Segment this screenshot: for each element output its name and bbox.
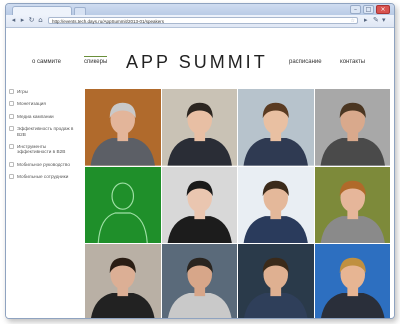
speaker-photo[interactable] [85,244,161,318]
speaker-portrait [238,89,314,166]
speaker-portrait [238,166,314,244]
sidebar-item-label: Инструменты эффективности в B2B [17,144,66,155]
sidebar-item-label: Мобильное руководство [17,161,70,167]
speaker-portrait [314,244,390,318]
window-controls: – □ × [350,5,390,14]
speakers-grid [85,89,390,318]
bookmark-star-icon[interactable]: ☆ [351,18,355,25]
speaker-photo[interactable] [238,166,314,244]
sidebar-item-label: Эффективность продаж в B2B [17,126,74,137]
nav-schedule-label: расписание [289,59,322,65]
nav-speakers[interactable]: спикеры [84,56,108,65]
nav-schedule[interactable]: расписание [289,59,322,65]
speaker-portrait [314,89,390,166]
sidebar-item-games[interactable]: Игры [9,89,81,94]
speaker-photo[interactable] [238,244,314,318]
speaker-photo[interactable] [161,89,237,166]
page-menu-icon[interactable]: ▸ [364,17,368,24]
nav-contacts-label: контакты [340,59,366,65]
site-logo[interactable]: APP SUMMIT [126,52,268,73]
back-icon[interactable]: ◂ [10,17,17,24]
coin-icon [9,101,14,107]
browser-tabstrip: – □ × [6,4,394,16]
browser-toolbar: ◂ ▸ ↻ ⌂ http://events.tech.days.ru/AppSu… [6,15,394,28]
speaker-photo[interactable] [161,166,237,244]
speaker-photo[interactable] [161,244,237,318]
speaker-portrait [161,244,237,318]
nav-speakers-label: спикеры [84,59,108,65]
speaker-portrait [238,244,314,318]
sidebar-item-label: Медиа кампании [17,113,54,119]
tools-icon [9,144,14,150]
speaker-photo[interactable] [314,166,390,244]
sidebar: Игры Монетизация Медиа кампании Эффектив… [9,89,81,187]
dropdown-icon[interactable]: ▾ [382,17,386,24]
sidebar-item-b2b-tools[interactable]: Инструменты эффективности в B2B [9,144,81,155]
nav-about[interactable]: о саммите [32,59,61,65]
media-icon [9,113,14,119]
browser-window: – □ × ◂ ▸ ↻ ⌂ http://events.tech.days.ru… [5,3,395,319]
sidebar-item-label: Игры [17,89,29,94]
phone-icon [9,161,14,167]
speaker-photo[interactable] [85,89,161,166]
forward-icon[interactable]: ▸ [19,17,26,24]
close-button[interactable]: × [376,5,390,14]
speaker-portrait [85,89,161,166]
gamepad-icon [9,89,14,94]
wrench-icon[interactable]: ✎ [373,17,379,24]
speaker-photo[interactable] [314,244,390,318]
sidebar-item-media[interactable]: Медиа кампании [9,113,81,119]
reload-icon[interactable]: ↻ [28,17,35,24]
url-text: http://events.tech.days.ru/AppSummit/201… [52,19,165,24]
speaker-photo[interactable] [238,89,314,166]
maximize-button[interactable]: □ [363,5,374,14]
chart-icon [9,126,14,132]
speaker-photo[interactable] [85,166,161,244]
active-nav-underline [84,56,108,57]
nav-about-label: о саммите [32,59,61,65]
new-tab-button[interactable] [74,7,86,15]
user-icon [9,174,14,180]
user-placeholder-icon [85,166,161,244]
speaker-portrait [85,244,161,318]
page-content: о саммите спикеры APP SUMMIT расписание … [6,28,394,318]
speaker-portrait [314,166,390,244]
sidebar-item-label: Мобильные сотрудники [17,174,69,180]
sidebar-item-b2b-sales[interactable]: Эффективность продаж в B2B [9,126,81,137]
speaker-photo[interactable] [314,89,390,166]
sidebar-item-monetization[interactable]: Монетизация [9,101,81,107]
sidebar-item-mobile-employees[interactable]: Мобильные сотрудники [9,174,81,180]
address-bar[interactable]: http://events.tech.days.ru/AppSummit/201… [48,17,358,24]
nav-contacts[interactable]: контакты [340,59,365,65]
speaker-portrait [161,166,237,244]
minimize-button[interactable]: – [350,5,361,14]
sidebar-item-label: Монетизация [17,101,46,107]
home-icon[interactable]: ⌂ [37,17,44,24]
sidebar-item-mobile-management[interactable]: Мобильное руководство [9,161,81,167]
speaker-portrait [161,89,237,166]
